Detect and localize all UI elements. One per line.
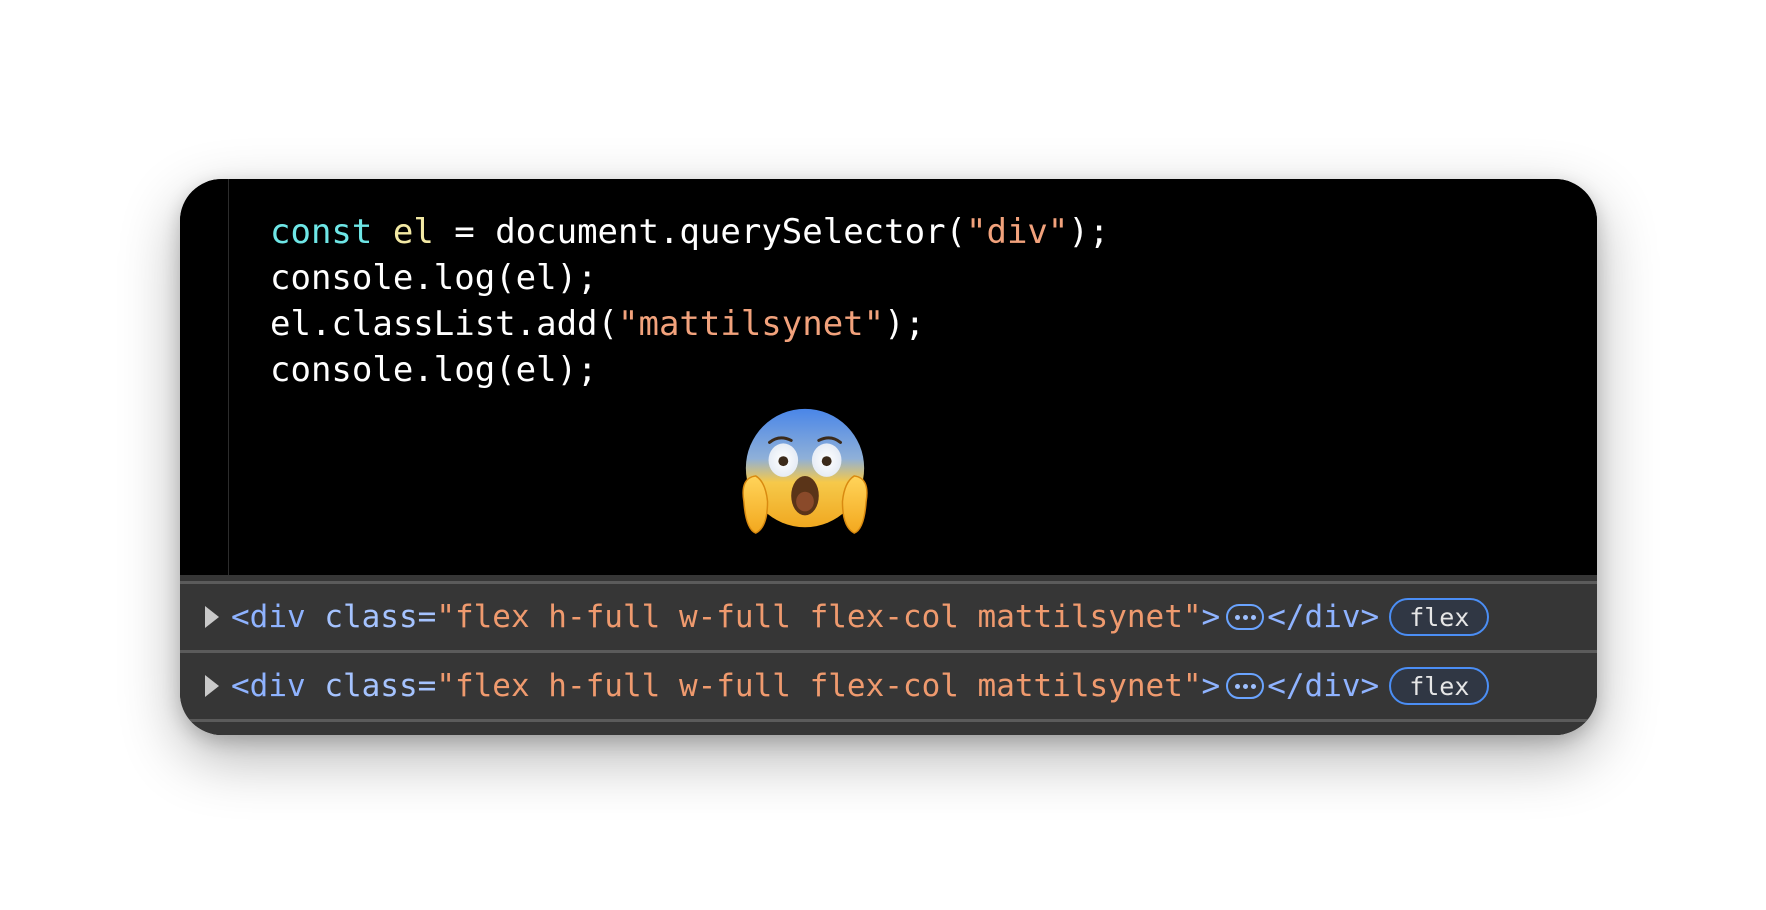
expand-triangle-icon[interactable] [205,606,219,628]
dot [1250,683,1256,689]
code-line-2: console.log(el); [270,258,598,298]
attr-value: "flex h-full w-full flex-col mattilsynet… [436,668,1202,704]
open-tag-close: > [1201,668,1221,704]
code-snippet-card: const el = document.querySelector("div")… [180,179,1597,735]
attr-name: class [305,668,418,704]
code-string: "div" [966,212,1069,252]
flex-badge[interactable]: flex [1389,598,1490,636]
close-tag: </div> [1267,668,1380,704]
code-line-3: el.classList.add("mattilsynet"); [270,301,1109,347]
console-divider [180,719,1597,722]
expand-triangle-icon[interactable] [205,675,219,697]
editor-gutter [228,179,229,575]
code-keyword: const [270,212,373,252]
open-tag: <div [231,599,306,635]
dot [1242,683,1248,689]
attr-equals: = [417,668,437,704]
code-variable: el [392,212,434,252]
dot [1234,614,1240,620]
attr-value: "flex h-full w-full flex-col mattilsynet… [436,599,1202,635]
open-tag-close: > [1201,599,1221,635]
code-block: const el = document.querySelector("div")… [270,209,1109,393]
open-tag: <div [231,668,306,704]
code-text: el.classList.add( [270,304,618,344]
close-tag: </div> [1267,599,1380,635]
flex-badge[interactable]: flex [1389,667,1490,705]
code-text: ); [884,304,926,344]
code-string: "mattilsynet" [618,304,885,344]
ellipsis-icon[interactable] [1226,673,1265,699]
console-row[interactable]: <div class = "flex h-full w-full flex-col … [180,653,1597,719]
code-text: ); [1068,212,1110,252]
code-editor: const el = document.querySelector("div")… [180,179,1597,575]
console-row[interactable]: <div class = "flex h-full w-full flex-col … [180,584,1597,650]
attr-name: class [305,599,418,635]
ellipsis-icon[interactable] [1226,604,1265,630]
dot [1250,614,1256,620]
code-text: = document.querySelector( [433,212,967,252]
code-line-1: const el = document.querySelector("div")… [270,209,1109,255]
attr-equals: = [417,599,437,635]
code-line-4: console.log(el); [270,350,598,390]
dot [1242,614,1248,620]
face-screaming-in-fear-icon [742,408,868,534]
dot [1234,683,1240,689]
console-output: <div class = "flex h-full w-full flex-col … [180,575,1597,735]
